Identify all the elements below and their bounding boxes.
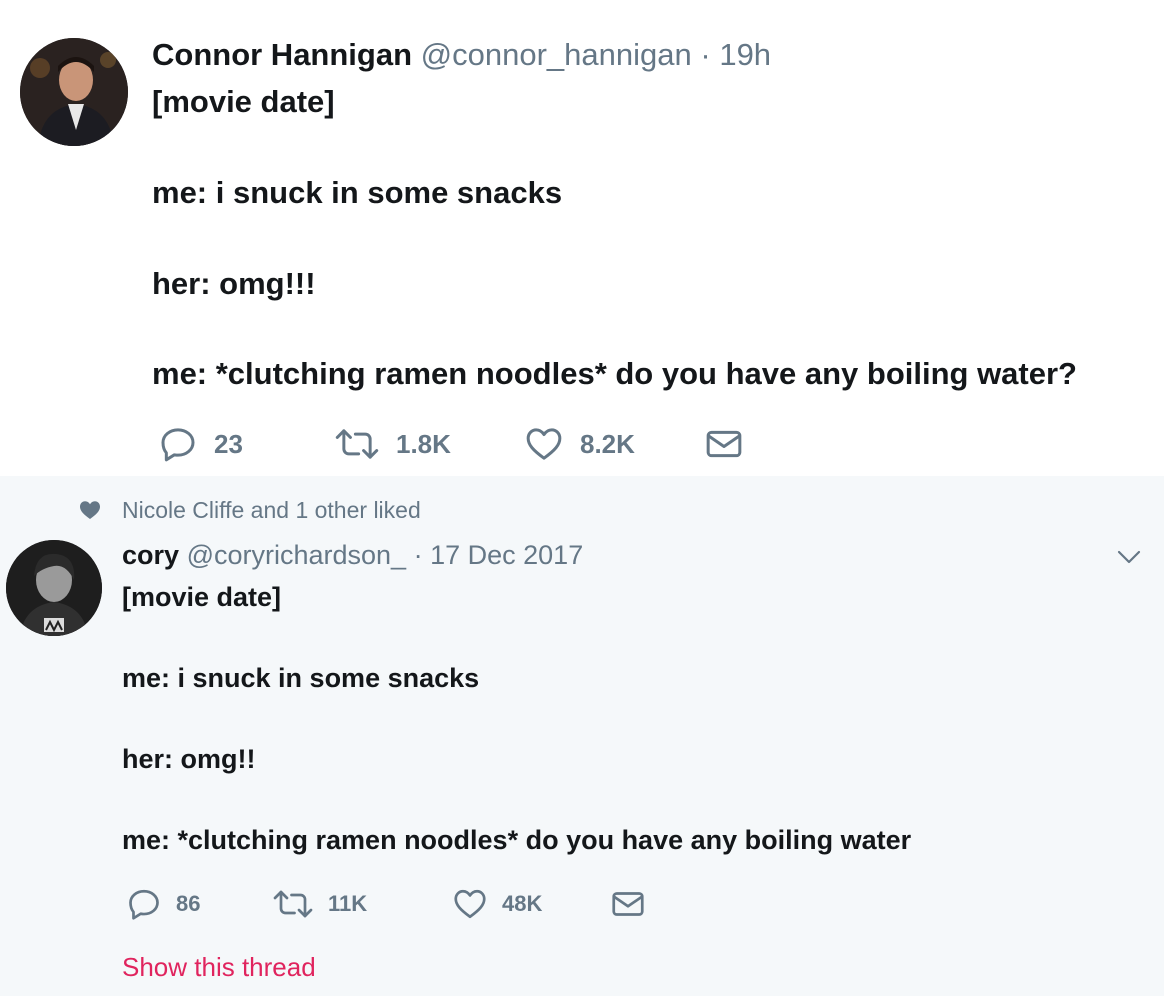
envelope-icon [706,430,742,458]
reply-icon [161,428,195,462]
tweet-text-line: [movie date] [152,84,335,119]
author-handle[interactable]: @coryrichardson_ [187,540,407,570]
tweet-text-line: her: omg!!! [152,266,316,301]
reply-count: 86 [176,891,201,916]
author-name[interactable]: cory [122,540,179,570]
tweet-text-line: me: i snuck in some snacks [122,663,480,693]
reply-button[interactable]: 23 [158,422,243,466]
reply-button[interactable]: 86 [126,884,200,924]
reply-count: 23 [214,428,243,459]
heart-icon [454,889,486,919]
retweet-button[interactable]: 1.8K [334,422,451,466]
tweet-text-line: me: *clutching ramen noodles* do you hav… [122,825,912,855]
timeline: Connor Hannigan @connor_hannigan · 19h [… [0,0,1164,996]
tweet-text-line: [movie date] [122,582,282,612]
retweet-count: 11K [328,891,368,916]
reply-icon [129,889,159,920]
social-context-text[interactable]: Nicole Cliffe and 1 other liked [122,497,421,524]
social-context: Nicole Cliffe and 1 other liked [78,492,421,528]
retweet-button[interactable]: 11K [272,884,367,924]
author-handle[interactable]: @connor_hannigan [421,37,692,72]
timestamp[interactable]: 19h [719,37,771,72]
tweet-text-line: her: omg!! [122,744,256,774]
retweet-icon [335,429,379,459]
like-button[interactable]: 8.2K [524,422,635,466]
tweet-text-line: me: i snuck in some snacks [152,175,563,210]
separator-dot: · [413,540,423,570]
like-button[interactable]: 48K [452,884,542,924]
like-count: 48K [502,891,543,916]
avatar[interactable] [20,38,128,146]
avatar[interactable] [6,540,102,636]
heart-icon [526,428,562,460]
separator-dot: · [700,37,711,72]
timestamp[interactable]: 17 Dec 2017 [430,540,583,570]
tweet-cory[interactable]: Nicole Cliffe and 1 other liked cory @co… [0,476,1164,996]
retweet-count: 1.8K [396,428,451,459]
author-name[interactable]: Connor Hannigan [152,37,412,72]
tweet-menu-button[interactable] [1114,546,1144,568]
direct-message-button[interactable] [704,422,744,466]
envelope-icon [612,892,644,916]
chevron-down-icon [1117,550,1141,564]
like-count: 8.2K [580,428,635,459]
tweet-text-line: me: *clutching ramen noodles* do you hav… [152,356,1077,391]
tweet-connor-hannigan[interactable]: Connor Hannigan @connor_hannigan · 19h [… [0,0,1164,476]
tweet-header: Connor Hannigan @connor_hannigan · 19h [152,36,771,74]
retweet-icon [273,890,313,918]
direct-message-button[interactable] [610,884,646,924]
heart-filled-icon [80,501,100,519]
tweet-header: cory @coryrichardson_ · 17 Dec 2017 [122,538,583,572]
show-thread-link[interactable]: Show this thread [122,950,316,984]
